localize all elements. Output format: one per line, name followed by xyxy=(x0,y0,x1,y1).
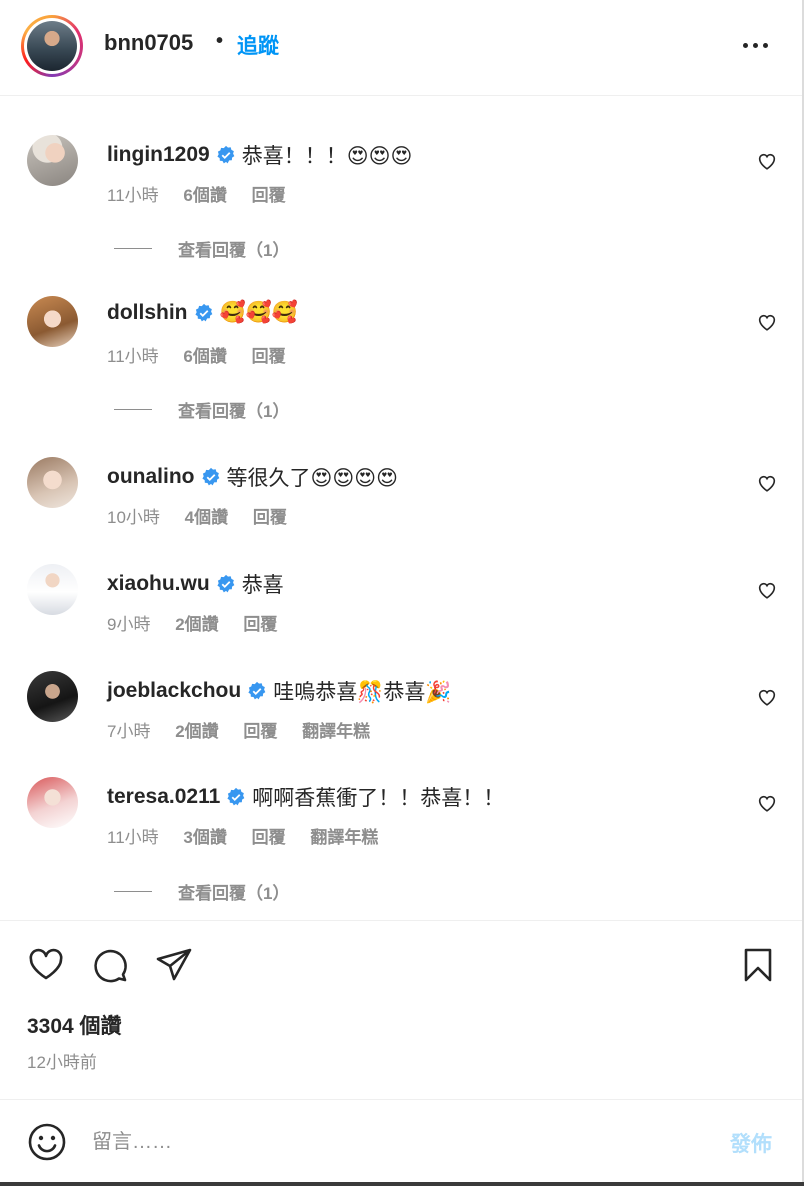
reply-button[interactable]: 回覆 xyxy=(253,508,287,527)
comment-text: 等很久了😍😍😍😍 xyxy=(226,467,399,490)
view-replies-button[interactable]: 查看回覆（1） xyxy=(114,397,289,422)
view-replies-label: 查看回覆（1） xyxy=(178,241,290,260)
view-replies-label: 查看回覆（1） xyxy=(178,884,290,903)
commenter-username[interactable]: ounalino xyxy=(107,465,195,489)
follow-button[interactable]: 追蹤 xyxy=(237,30,279,60)
comment-likes[interactable]: 2個讚 xyxy=(175,615,218,634)
commenter-avatar[interactable] xyxy=(27,296,78,347)
reply-button[interactable]: 回覆 xyxy=(243,615,277,634)
verified-badge-icon xyxy=(217,574,235,593)
comment-time: 11小時 xyxy=(107,347,159,366)
comment-likes[interactable]: 4個讚 xyxy=(185,508,228,527)
commenter-username[interactable]: teresa.0211 xyxy=(107,785,220,809)
post-modal: bnn0705 • 追蹤 lingin1209 恭喜！！！😍😍😍 11小時 6個… xyxy=(0,0,804,1186)
commenter-username[interactable]: lingin1209 xyxy=(107,143,210,167)
translate-button[interactable]: 翻譯年糕 xyxy=(310,828,378,847)
commenter-avatar[interactable] xyxy=(27,671,78,722)
replies-line xyxy=(114,891,152,892)
comment-text: 🥰🥰🥰 xyxy=(219,301,298,324)
commenter-avatar[interactable] xyxy=(27,135,78,186)
reply-button[interactable]: 回覆 xyxy=(252,828,286,847)
reply-button[interactable]: 回覆 xyxy=(252,186,286,205)
comment-heart-icon[interactable] xyxy=(756,150,778,172)
view-replies-label: 查看回覆（1） xyxy=(178,402,290,421)
commenter-avatar[interactable] xyxy=(27,564,78,615)
comment-likes[interactable]: 2個讚 xyxy=(175,722,218,741)
comment-text: 哇嗚恭喜🎊恭喜🎉 xyxy=(273,681,452,704)
comment-heart-icon[interactable] xyxy=(756,311,778,333)
verified-badge-icon xyxy=(217,145,235,164)
comment-text: 恭喜 xyxy=(241,574,284,597)
comment-likes[interactable]: 6個讚 xyxy=(183,347,226,366)
commenter-username[interactable]: dollshin xyxy=(107,301,188,325)
window-bottom-edge xyxy=(0,1182,804,1186)
comment-text: 啊啊香蕉衝了！！恭喜！！ xyxy=(252,787,505,810)
comment-input[interactable] xyxy=(92,1124,692,1160)
compose-divider xyxy=(0,1099,802,1100)
emoji-icon[interactable] xyxy=(27,1122,67,1162)
owner-username[interactable]: bnn0705 xyxy=(104,30,193,56)
reply-button[interactable]: 回覆 xyxy=(252,347,286,366)
comment-time: 11小時 xyxy=(107,828,159,847)
owner-avatar[interactable] xyxy=(21,15,83,77)
commenter-username[interactable]: joeblackchou xyxy=(107,679,241,703)
reply-button[interactable]: 回覆 xyxy=(243,722,277,741)
comment-text: 恭喜！！！😍😍😍 xyxy=(241,145,413,168)
post-header: bnn0705 • 追蹤 xyxy=(0,0,802,96)
verified-badge-icon xyxy=(201,467,219,486)
translate-button[interactable]: 翻譯年糕 xyxy=(302,722,370,741)
comment-icon[interactable] xyxy=(90,945,130,985)
post-likes-count[interactable]: 3304 個讚 xyxy=(27,1010,122,1040)
header-separator: • xyxy=(216,30,224,52)
comment-likes[interactable]: 6個讚 xyxy=(183,186,226,205)
comment-time: 9小時 xyxy=(107,615,151,634)
actions-divider xyxy=(0,920,802,921)
replies-line xyxy=(114,248,152,249)
commenter-username[interactable]: xiaohu.wu xyxy=(107,572,210,596)
comment-heart-icon[interactable] xyxy=(756,792,778,814)
view-replies-button[interactable]: 查看回覆（1） xyxy=(114,236,289,261)
comment-time: 11小時 xyxy=(107,186,159,205)
commenter-avatar[interactable] xyxy=(27,457,78,508)
comment-time: 10小時 xyxy=(107,508,160,527)
bookmark-icon[interactable] xyxy=(738,945,778,985)
comment-heart-icon[interactable] xyxy=(756,472,778,494)
comment-likes[interactable]: 3個讚 xyxy=(183,828,226,847)
post-time-ago: 12小時前 xyxy=(27,1053,97,1072)
verified-badge-icon xyxy=(227,787,245,806)
replies-line xyxy=(114,409,152,410)
verified-badge-icon xyxy=(248,681,266,700)
verified-badge-icon xyxy=(194,303,212,322)
comment-time: 7小時 xyxy=(107,722,151,741)
post-comment-button[interactable]: 發佈 xyxy=(730,1128,772,1158)
share-icon[interactable] xyxy=(154,945,194,985)
commenter-avatar[interactable] xyxy=(27,777,78,828)
comment-heart-icon[interactable] xyxy=(756,579,778,601)
view-replies-button[interactable]: 查看回覆（1） xyxy=(114,879,289,904)
comment-heart-icon[interactable] xyxy=(756,686,778,708)
heart-icon[interactable] xyxy=(26,945,66,985)
more-options-icon[interactable] xyxy=(738,30,772,60)
